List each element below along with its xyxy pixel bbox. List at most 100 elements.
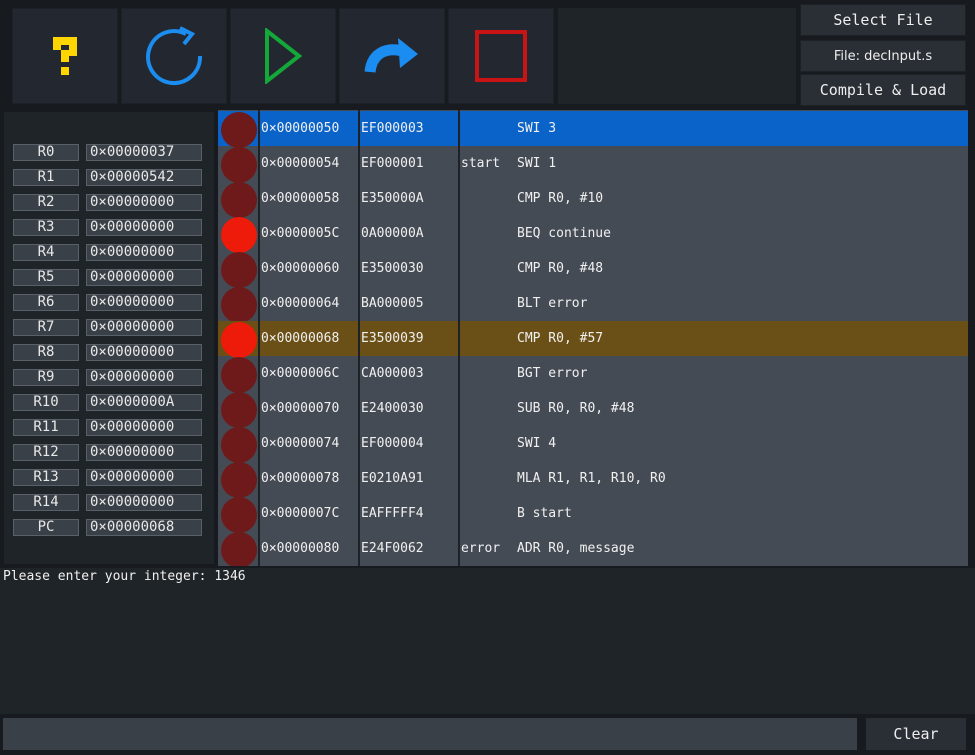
breakpoint-toggle[interactable] bbox=[221, 497, 257, 533]
breakpoint-toggle[interactable] bbox=[221, 532, 257, 566]
breakpoint-toggle[interactable] bbox=[221, 287, 257, 323]
register-value[interactable]: 0×00000000 bbox=[86, 244, 202, 261]
code-row[interactable]: 0×0000005C 0A00000A BEQ continue bbox=[218, 216, 968, 253]
register-value[interactable]: 0×00000000 bbox=[86, 444, 202, 461]
breakpoint-toggle[interactable] bbox=[221, 392, 257, 428]
code-opcode: EF000001 bbox=[361, 156, 424, 171]
register-value[interactable]: 0×00000000 bbox=[86, 269, 202, 286]
code-instruction: BEQ continue bbox=[517, 226, 611, 241]
code-instruction: B start bbox=[517, 506, 572, 521]
register-value[interactable]: 0×00000000 bbox=[86, 469, 202, 486]
register-value[interactable]: 0×00000000 bbox=[86, 294, 202, 311]
register-value[interactable]: 0×00000000 bbox=[86, 419, 202, 436]
register-value[interactable]: 0×00000000 bbox=[86, 194, 202, 211]
code-address: 0×00000068 bbox=[261, 331, 340, 346]
register-name: R8 bbox=[13, 344, 79, 361]
code-instruction: CMP R0, #10 bbox=[517, 191, 604, 206]
code-address: 0×00000058 bbox=[261, 191, 340, 206]
register-name: R0 bbox=[13, 144, 79, 161]
register-value[interactable]: 0×0000000A bbox=[86, 394, 202, 411]
register-value[interactable]: 0×00000037 bbox=[86, 144, 202, 161]
register-name: R7 bbox=[13, 319, 79, 336]
code-address: 0×00000080 bbox=[261, 541, 340, 556]
code-address: 0×00000078 bbox=[261, 471, 340, 486]
help-icon bbox=[53, 37, 77, 75]
code-opcode: EF000003 bbox=[361, 121, 424, 136]
run-button[interactable] bbox=[230, 8, 336, 104]
register-panel: R0 0×00000037 R1 0×00000542 R2 0×0000000… bbox=[4, 112, 214, 564]
breakpoint-toggle[interactable] bbox=[221, 427, 257, 463]
code-row[interactable]: 0×00000078 E0210A91 MLA R1, R1, R10, R0 bbox=[218, 461, 968, 498]
code-address: 0×0000007C bbox=[261, 506, 340, 521]
console-text: Please enter your integer: 1346 bbox=[3, 569, 246, 584]
code-instruction: SWI 1 bbox=[517, 156, 557, 171]
code-row[interactable]: 0×00000058 E350000A CMP R0, #10 bbox=[218, 181, 968, 218]
register-name: R6 bbox=[13, 294, 79, 311]
clear-button[interactable]: Clear bbox=[866, 718, 966, 750]
stop-button[interactable] bbox=[448, 8, 554, 104]
register-value[interactable]: 0×00000000 bbox=[86, 319, 202, 336]
code-opcode: EAFFFFF4 bbox=[361, 506, 424, 521]
register-name: R5 bbox=[13, 269, 79, 286]
register-name: R12 bbox=[13, 444, 79, 461]
code-opcode: BA000005 bbox=[361, 296, 424, 311]
code-row[interactable]: 0×00000060 E3500030 CMP R0, #48 bbox=[218, 251, 968, 288]
reload-button[interactable] bbox=[121, 8, 227, 104]
register-value[interactable]: 0×00000542 bbox=[86, 169, 202, 186]
code-instruction: BLT error bbox=[517, 296, 588, 311]
code-opcode: E3500039 bbox=[361, 331, 424, 346]
code-row[interactable]: 0×0000006C CA000003 BGT error bbox=[218, 356, 968, 393]
code-address: 0×0000005C bbox=[261, 226, 340, 241]
console-input[interactable] bbox=[3, 718, 857, 750]
code-row[interactable]: 0×00000064 BA000005 BLT error bbox=[218, 286, 968, 323]
current-file-label: File: decInput.s bbox=[800, 40, 966, 72]
breakpoint-toggle[interactable] bbox=[221, 462, 257, 498]
step-button[interactable] bbox=[339, 8, 445, 104]
register-value[interactable]: 0×00000000 bbox=[86, 369, 202, 386]
code-instruction: CMP R0, #57 bbox=[517, 331, 604, 346]
code-row[interactable]: 0×00000070 E2400030 SUB R0, R0, #48 bbox=[218, 391, 968, 428]
register-name: R13 bbox=[13, 469, 79, 486]
breakpoint-toggle[interactable] bbox=[221, 357, 257, 393]
code-row[interactable]: 0×00000074 EF000004 SWI 4 bbox=[218, 426, 968, 463]
register-value[interactable]: 0×00000000 bbox=[86, 344, 202, 361]
code-row[interactable]: 0×00000080 E24F0062 error ADR R0, messag… bbox=[218, 531, 968, 566]
compile-load-button[interactable]: Compile & Load bbox=[800, 74, 966, 106]
register-name: R9 bbox=[13, 369, 79, 386]
register-name: R4 bbox=[13, 244, 79, 261]
breakpoint-toggle[interactable] bbox=[221, 217, 257, 253]
register-name: PC bbox=[13, 519, 79, 536]
code-address: 0×00000074 bbox=[261, 436, 340, 451]
breakpoint-toggle[interactable] bbox=[221, 252, 257, 288]
code-opcode: E350000A bbox=[361, 191, 424, 206]
register-name: R14 bbox=[13, 494, 79, 511]
help-button[interactable] bbox=[12, 8, 118, 104]
stop-icon bbox=[475, 30, 527, 82]
register-name: R2 bbox=[13, 194, 79, 211]
register-name: R10 bbox=[13, 394, 79, 411]
breakpoint-toggle[interactable] bbox=[221, 112, 257, 148]
breakpoint-toggle[interactable] bbox=[221, 322, 257, 358]
code-row[interactable]: 0×0000007C EAFFFFF4 B start bbox=[218, 496, 968, 533]
code-row[interactable]: 0×00000050 EF000003 SWI 3 bbox=[218, 111, 968, 148]
breakpoint-toggle[interactable] bbox=[221, 147, 257, 183]
code-row[interactable]: 0×00000068 E3500039 CMP R0, #57 bbox=[218, 321, 968, 358]
code-opcode: CA000003 bbox=[361, 366, 424, 381]
code-instruction: SWI 3 bbox=[517, 121, 557, 136]
code-address: 0×00000064 bbox=[261, 296, 340, 311]
code-instruction: MLA R1, R1, R10, R0 bbox=[517, 471, 666, 486]
console-output: Please enter your integer: 1346 bbox=[0, 568, 975, 714]
code-address: 0×0000006C bbox=[261, 366, 340, 381]
toolbar-spacer bbox=[558, 8, 796, 104]
register-name: R11 bbox=[13, 419, 79, 436]
reload-icon bbox=[146, 26, 203, 86]
code-instruction: SWI 4 bbox=[517, 436, 557, 451]
register-value[interactable]: 0×00000068 bbox=[86, 519, 202, 536]
select-file-button[interactable]: Select File bbox=[800, 4, 966, 36]
register-value[interactable]: 0×00000000 bbox=[86, 494, 202, 511]
code-row[interactable]: 0×00000054 EF000001 start SWI 1 bbox=[218, 146, 968, 183]
register-value[interactable]: 0×00000000 bbox=[86, 219, 202, 236]
code-instruction: CMP R0, #48 bbox=[517, 261, 604, 276]
breakpoint-toggle[interactable] bbox=[221, 182, 257, 218]
column-divider bbox=[258, 110, 260, 566]
